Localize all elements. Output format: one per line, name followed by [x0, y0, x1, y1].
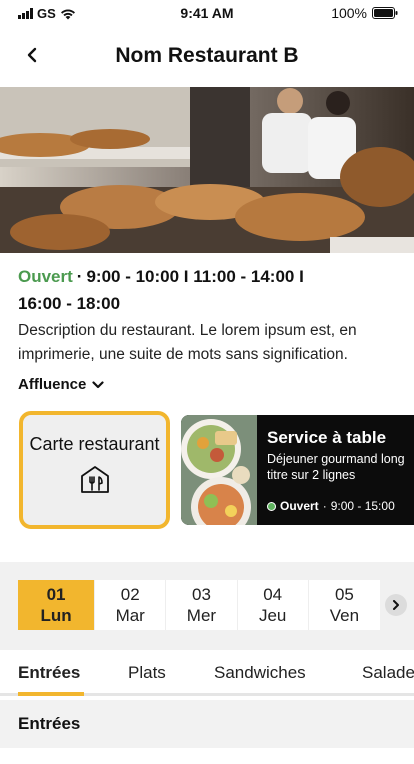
food-image	[181, 415, 257, 525]
date-item[interactable]: 03 Mer	[166, 580, 238, 630]
opening-hours: Ouvert · 9:00 - 10:00 I 11:00 - 14:00 I 16…	[18, 263, 398, 317]
restaurant-description: Description du restaurant. Le lorem ipsu…	[18, 322, 357, 363]
status-bar: GS 9:41 AM 100%	[0, 0, 414, 26]
restaurant-icon	[80, 466, 109, 493]
open-status: Ouvert	[18, 267, 73, 286]
service-title: Service à table	[267, 428, 387, 447]
chevron-down-icon	[92, 380, 104, 388]
active-tab-indicator	[18, 692, 84, 696]
date-number: 04	[263, 585, 283, 604]
tab-entrees[interactable]: Entrées	[18, 663, 80, 683]
carte-restaurant-label: Carte restaurant	[29, 434, 160, 454]
chevron-right-icon	[393, 600, 399, 610]
restaurant-hero-image	[0, 87, 414, 253]
date-day: Mar	[115, 606, 145, 625]
next-dates-button[interactable]	[385, 594, 407, 616]
service-status: Ouvert · 9:00 - 15:00	[267, 499, 395, 513]
date-item[interactable]: 01 Lun	[18, 580, 96, 630]
page-title: Nom Restaurant B	[115, 44, 299, 67]
tab-salades[interactable]: Salades	[362, 663, 414, 683]
service-text: Service à table Déjeuner gourmand long t…	[267, 427, 408, 483]
tab-plats[interactable]: Plats	[128, 663, 166, 683]
category-tabs: Entrées Plats Sandwiches Salades	[0, 652, 414, 696]
date-number: 02	[120, 585, 140, 604]
date-selector: 01 Lun 02 Mar 03 Mer 04 Jeu 05 Ven	[18, 580, 380, 630]
date-number: 03	[191, 585, 211, 604]
service-separator: ·	[322, 499, 327, 513]
service-hours: 9:00 - 15:00	[330, 499, 395, 513]
hours-line-1: 9:00 - 10:00 I 11:00 - 14:00 I	[86, 267, 304, 286]
date-day: Mer	[186, 606, 217, 625]
separator-dot: ·	[76, 267, 83, 286]
carte-restaurant-card[interactable]: Carte restaurant	[19, 411, 170, 529]
service-subtitle: Déjeuner gourmand long titre sur 2 ligne…	[267, 452, 405, 482]
date-day: Ven	[329, 606, 360, 625]
section-title: Entrées	[18, 714, 81, 733]
affluence-toggle[interactable]: Affluence	[18, 376, 104, 393]
affluence-label: Affluence	[18, 376, 87, 393]
tab-sandwiches[interactable]: Sandwiches	[214, 663, 306, 683]
date-day: Jeu	[258, 606, 287, 625]
open-dot-icon	[267, 501, 276, 511]
battery-status: 100%	[331, 5, 398, 21]
top-header: Nom Restaurant B	[0, 34, 414, 80]
battery-icon	[372, 7, 398, 19]
date-item[interactable]: 02 Mar	[95, 580, 167, 630]
date-number: 05	[334, 585, 354, 604]
section-header: Entrées	[0, 700, 414, 748]
date-item[interactable]: 04 Jeu	[238, 580, 309, 630]
service-table-card[interactable]: Service à table Déjeuner gourmand long t…	[181, 415, 414, 525]
date-number: 01	[46, 585, 66, 604]
service-open-label: Ouvert	[280, 499, 319, 513]
battery-percent: 100%	[331, 5, 367, 21]
hours-line-2: 16:00 - 18:00	[18, 294, 121, 313]
date-day: Lun	[40, 606, 72, 625]
date-item[interactable]: 05 Ven	[309, 580, 380, 630]
